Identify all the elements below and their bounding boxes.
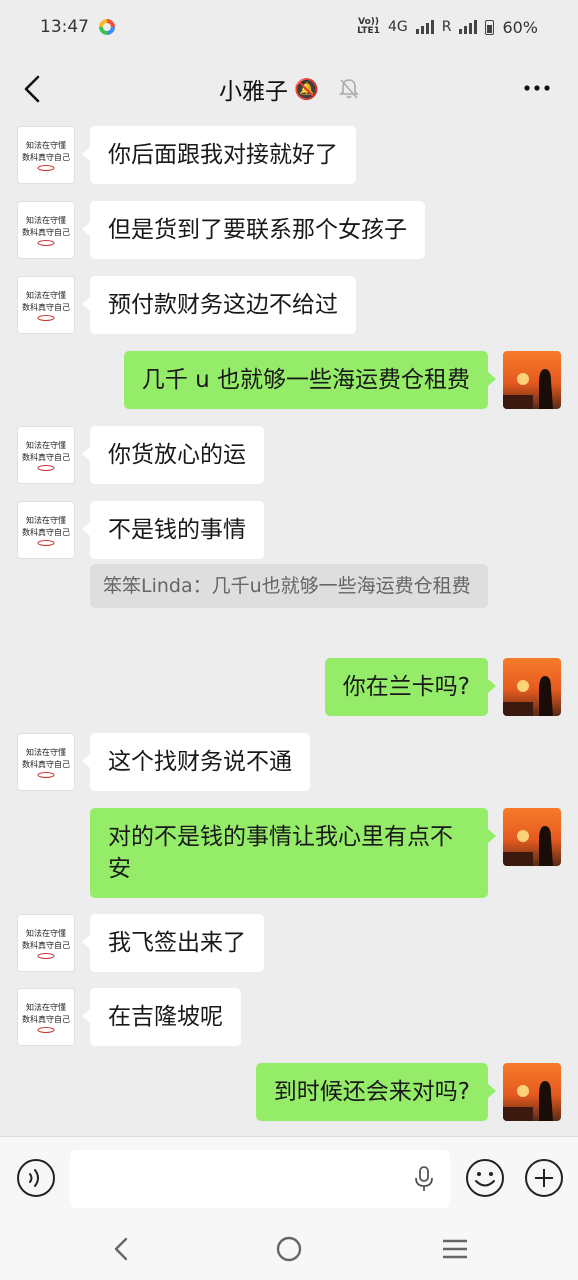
nav-home-icon[interactable] [272, 1234, 306, 1264]
message-bubble-outgoing[interactable]: 对的不是钱的事情让我心里有点不安 [90, 808, 496, 898]
more-options-icon[interactable] [522, 78, 552, 98]
message-list[interactable]: 知法在守懂 数科真守自己 你后面跟我对接就好了 知法在守懂 数科真守自己 但是货… [0, 124, 578, 1134]
status-bar: 13:47 Vo)) LTE1 4G R 60% [0, 0, 578, 54]
svg-text:知法在守懂: 知法在守懂 [26, 290, 66, 300]
contact-avatar[interactable]: 知法在守懂 数科真守自己 [17, 988, 75, 1046]
svg-text:知法在守懂: 知法在守懂 [26, 1002, 66, 1012]
contact-avatar[interactable]: 知法在守懂 数科真守自己 [17, 733, 75, 791]
contact-avatar[interactable]: 知法在守懂 数科真守自己 [17, 914, 75, 972]
message-bubble-incoming[interactable]: 这个找财务说不通 [82, 733, 310, 791]
svg-text:数科真守自己: 数科真守自己 [22, 227, 70, 237]
contact-avatar[interactable]: 知法在守懂 数科真守自己 [17, 276, 75, 334]
message-bubble-outgoing[interactable]: 几千 u 也就够一些海运费仓租费 [123, 351, 497, 409]
my-avatar[interactable] [503, 1063, 561, 1121]
my-avatar-graphic [503, 676, 553, 716]
microphone-icon[interactable] [412, 1165, 436, 1193]
contact-avatar-graphic: 知法在守懂 数科真守自己 [22, 440, 70, 471]
message-input[interactable] [70, 1150, 450, 1208]
battery-icon [485, 19, 495, 35]
signal-icon [459, 20, 478, 34]
svg-text:数科真守自己: 数科真守自己 [22, 527, 70, 537]
contact-avatar-graphic: 知法在守懂 数科真守自己 [22, 1002, 70, 1033]
contact-avatar-graphic: 知法在守懂 数科真守自己 [22, 515, 70, 546]
message-bubble-incoming[interactable]: 不是钱的事情 [82, 501, 264, 559]
svg-text:知法在守懂: 知法在守懂 [26, 515, 66, 525]
status-time: 13:47 [40, 17, 89, 37]
svg-text:知法在守懂: 知法在守懂 [26, 140, 66, 150]
quoted-message[interactable]: 笨笨Linda：几千u也就够一些海运费仓租费 [90, 564, 488, 608]
contact-avatar-graphic: 知法在守懂 数科真守自己 [22, 928, 70, 959]
network-type: 4G [387, 19, 408, 35]
volte-icon: Vo)) LTE1 [357, 17, 380, 36]
my-avatar[interactable] [503, 808, 561, 866]
app-notification-icon [99, 19, 115, 35]
contact-avatar[interactable]: 知法在守懂 数科真守自己 [17, 426, 75, 484]
battery-percent: 60% [502, 17, 538, 37]
contact-avatar-graphic: 知法在守懂 数科真守自己 [22, 140, 70, 171]
svg-text:知法在守懂: 知法在守懂 [26, 440, 66, 450]
message-bubble-incoming[interactable]: 你货放心的运 [82, 426, 264, 484]
nav-recents-icon[interactable] [438, 1234, 472, 1264]
message-bubble-incoming[interactable]: 但是货到了要联系那个女孩子 [82, 201, 425, 259]
message-bubble-outgoing[interactable]: 到时候还会来对吗? [255, 1063, 497, 1121]
back-icon[interactable] [18, 72, 48, 106]
svg-text:数科真守自己: 数科真守自己 [22, 152, 70, 162]
message-bubble-incoming[interactable]: 我飞签出来了 [82, 914, 264, 972]
svg-text:知法在守懂: 知法在守懂 [26, 747, 66, 757]
contact-avatar-graphic: 知法在守懂 数科真守自己 [22, 215, 70, 246]
svg-text:数科真守自己: 数科真守自己 [22, 759, 70, 769]
bell-emoji: 🔕 [294, 77, 319, 101]
my-avatar-graphic [503, 369, 553, 409]
message-bubble-incoming[interactable]: 预付款财务这边不给过 [82, 276, 356, 334]
contact-avatar[interactable]: 知法在守懂 数科真守自己 [17, 201, 75, 259]
message-bubble-outgoing[interactable]: 你在兰卡吗? [324, 658, 497, 716]
my-avatar[interactable] [503, 658, 561, 716]
contact-avatar[interactable]: 知法在守懂 数科真守自己 [17, 126, 75, 184]
chat-title: 小雅子 [219, 79, 289, 105]
svg-text:数科真守自己: 数科真守自己 [22, 940, 70, 950]
system-nav-bar [0, 1220, 578, 1280]
bell-off-icon [339, 79, 359, 99]
svg-text:知法在守懂: 知法在守懂 [26, 928, 66, 938]
status-right: Vo)) LTE1 4G R 60% [357, 18, 538, 37]
emoji-icon[interactable] [465, 1158, 505, 1198]
contact-avatar-graphic: 知法在守懂 数科真守自己 [22, 290, 70, 321]
my-avatar[interactable] [503, 351, 561, 409]
nav-back-icon[interactable] [104, 1234, 138, 1264]
svg-text:知法在守懂: 知法在守懂 [26, 215, 66, 225]
message-bubble-incoming[interactable]: 在吉隆坡呢 [82, 988, 241, 1046]
svg-text:数科真守自己: 数科真守自己 [22, 452, 70, 462]
roaming-indicator: R [441, 19, 452, 35]
svg-text:数科真守自己: 数科真守自己 [22, 302, 70, 312]
my-avatar-graphic [503, 1081, 553, 1121]
signal-icon [415, 20, 434, 34]
my-avatar-graphic [503, 826, 553, 866]
chat-header: 小雅子 🔕 [0, 54, 578, 124]
chat-input-bar [0, 1136, 578, 1220]
contact-avatar[interactable]: 知法在守懂 数科真守自己 [17, 501, 75, 559]
contact-avatar-graphic: 知法在守懂 数科真守自己 [22, 747, 70, 778]
svg-text:数科真守自己: 数科真守自己 [22, 1014, 70, 1024]
plus-icon[interactable] [524, 1158, 564, 1198]
message-bubble-incoming[interactable]: 你后面跟我对接就好了 [82, 126, 356, 184]
voice-icon[interactable] [16, 1158, 56, 1198]
chat-title-group: 小雅子 🔕 [219, 72, 359, 106]
